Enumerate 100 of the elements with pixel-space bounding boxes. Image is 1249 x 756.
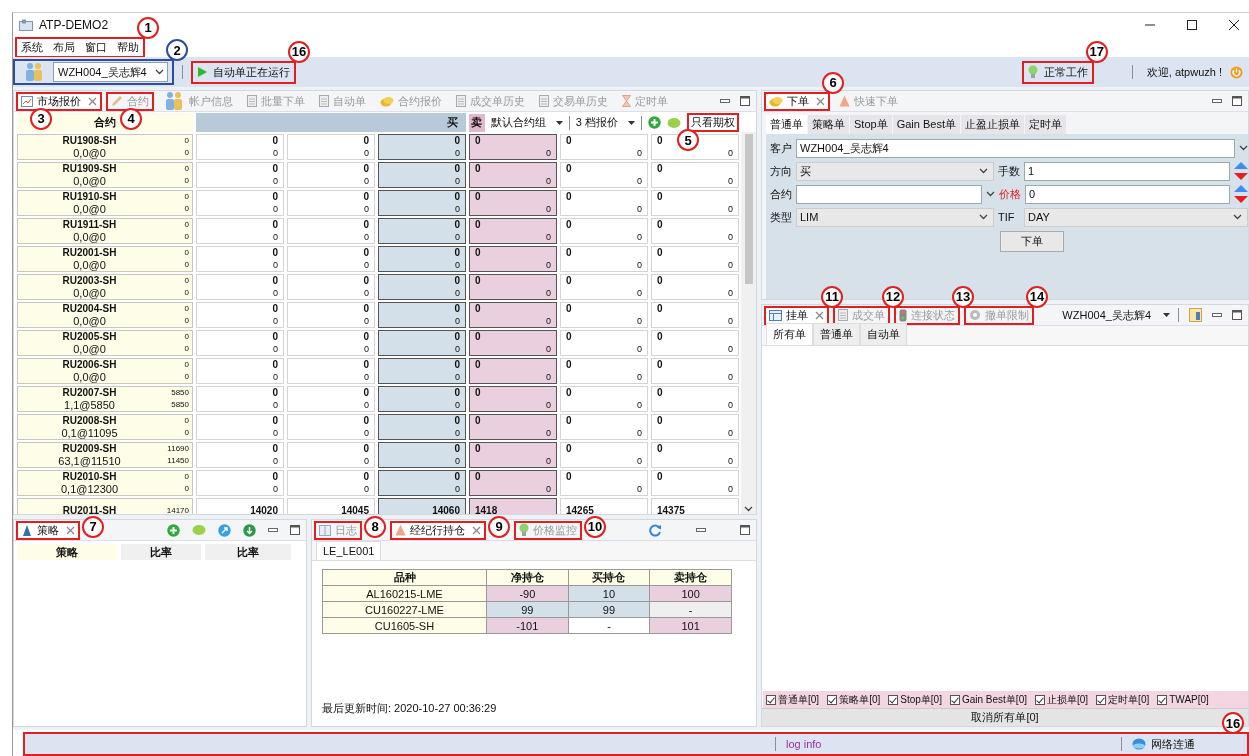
quote-volume: 0	[546, 343, 551, 355]
filter-tab[interactable]: 自动单	[860, 323, 907, 345]
menu-item[interactable]: 布局	[49, 38, 79, 56]
menu-item[interactable]: 系统	[17, 38, 47, 56]
price-note: 0	[183, 343, 189, 355]
quote-volume: 0	[455, 147, 460, 159]
price-note: 0	[183, 415, 189, 427]
price-field[interactable]: 0	[1025, 184, 1230, 204]
depth-dropdown[interactable]: 3 档报价	[575, 115, 635, 130]
filter-tab[interactable]: 普通单	[813, 323, 860, 345]
maximize-icon[interactable]	[740, 96, 750, 106]
panel-tab[interactable]: 策略	[16, 520, 80, 540]
quote-volume: 0	[546, 175, 551, 187]
download-icon[interactable]	[243, 523, 256, 537]
checkbox[interactable]	[1157, 694, 1168, 705]
order-type-tab[interactable]: 策略单	[808, 115, 849, 134]
scroll-down-icon[interactable]	[744, 506, 753, 512]
minimize-icon[interactable]	[1212, 313, 1222, 317]
quote-volume: 0	[546, 483, 551, 495]
customer-dropdown[interactable]: WZH004_吴志辉4	[796, 138, 1235, 158]
quote-volume: 0	[273, 231, 278, 243]
checkbox-label[interactable]: 止损单[0]	[1047, 692, 1089, 707]
order-type-tab[interactable]: 止盈止损单	[960, 115, 1024, 134]
quote-price: 0	[566, 191, 572, 203]
scroll-thumb[interactable]	[744, 134, 753, 284]
checkbox-label[interactable]: 定时单[0]	[1108, 692, 1150, 707]
checkbox[interactable]	[949, 694, 960, 705]
quote-volume: 0	[364, 203, 369, 215]
checkbox[interactable]	[766, 694, 776, 705]
minimize-icon[interactable]	[1212, 99, 1222, 103]
quote-price: 0	[657, 219, 663, 231]
quote-price: 0	[363, 135, 369, 147]
menu-item[interactable]: 窗口	[81, 38, 111, 56]
maximize-icon[interactable]	[1232, 310, 1242, 320]
tif-dropdown[interactable]: DAY	[1024, 207, 1248, 227]
filter-tab[interactable]: 所有单	[766, 323, 813, 345]
account-tab[interactable]: LE_LE001	[316, 541, 382, 560]
quote-volume: 0	[364, 371, 369, 383]
close-icon[interactable]	[1229, 20, 1239, 30]
checkbox-label[interactable]: Stop单[0]	[900, 692, 942, 707]
panel-tab[interactable]: 市场报价	[16, 91, 102, 111]
fill-text: 63,1@11510	[57, 455, 122, 467]
account-dropdown[interactable]: WZH004_吴志辉4	[1062, 307, 1170, 323]
scrollbar[interactable]	[741, 132, 756, 514]
order-type-tab[interactable]: 定时单	[1024, 115, 1066, 134]
quote-price: 0	[566, 135, 572, 147]
add-icon[interactable]	[167, 523, 180, 537]
checkbox[interactable]	[1035, 694, 1045, 705]
quantity-field[interactable]: 1	[1024, 161, 1230, 181]
minimize-icon[interactable]	[720, 99, 730, 103]
quote-volume: 0	[364, 147, 369, 159]
minimize-icon[interactable]	[268, 528, 278, 532]
share-icon[interactable]	[218, 523, 231, 537]
order-type-tab[interactable]: 普通单	[766, 115, 807, 134]
quote-price: 0	[657, 359, 663, 371]
price-note: 0	[183, 175, 189, 187]
options-only-button[interactable]: 只看期权	[687, 113, 739, 132]
quote-volume: 0	[455, 399, 460, 411]
checkbox-label[interactable]: TWAP[0]	[1169, 694, 1209, 705]
price-note: 0	[183, 135, 189, 147]
fill-text: 0,1@11095	[60, 427, 119, 439]
contract-name: RU1911-SH	[61, 219, 118, 231]
contract-field[interactable]	[796, 184, 982, 204]
quote-price: 0	[363, 359, 369, 371]
panel-tab[interactable]: 下单	[764, 91, 830, 111]
fill-text: 1,1@5850	[63, 399, 116, 411]
order-type-tab[interactable]: Gain Best单	[892, 115, 960, 134]
maximize-icon[interactable]	[740, 525, 750, 535]
submit-order-button[interactable]: 下单	[1000, 230, 1064, 252]
spinner-icon[interactable]	[1234, 161, 1248, 181]
checkbox-label[interactable]: 策略单[0]	[839, 692, 881, 707]
quote-price: 0	[454, 387, 460, 399]
maximize-icon[interactable]	[1187, 20, 1197, 30]
layout-icon[interactable]	[1189, 308, 1202, 322]
order-type-tab[interactable]: Stop单	[850, 115, 892, 134]
maximize-icon[interactable]	[1232, 96, 1242, 106]
add-icon[interactable]	[648, 116, 661, 129]
checkbox[interactable]	[1096, 694, 1107, 705]
quote-volume: 0	[273, 259, 278, 271]
checkbox-label[interactable]: 普通单[0]	[778, 692, 820, 707]
checkbox[interactable]	[888, 694, 899, 705]
maximize-icon[interactable]	[290, 525, 300, 535]
play-icon	[197, 67, 207, 77]
price-note: 0	[183, 315, 189, 327]
order-type-dropdown[interactable]: LIM	[796, 207, 994, 227]
cone-icon	[395, 524, 406, 536]
refresh-icon[interactable]	[649, 523, 662, 537]
quote-volume: 0	[273, 315, 278, 327]
direction-dropdown[interactable]: 买	[796, 161, 994, 181]
group-dropdown[interactable]: 默认合约组	[490, 115, 563, 130]
callout-number: 2	[166, 39, 188, 61]
work-status-button[interactable]: 正常工作	[1021, 60, 1094, 84]
minimize-icon[interactable]	[696, 528, 706, 532]
spinner-icon[interactable]	[1234, 184, 1248, 204]
menu-item[interactable]: 帮助	[113, 38, 143, 56]
quote-price: 0	[566, 247, 572, 259]
checkbox-label[interactable]: Gain Best单[0]	[961, 692, 1027, 707]
panel-tab[interactable]: 经纪行持仓	[390, 520, 486, 540]
auto-order-button[interactable]: 自动单正在运行	[191, 60, 296, 84]
checkbox[interactable]	[827, 694, 838, 705]
